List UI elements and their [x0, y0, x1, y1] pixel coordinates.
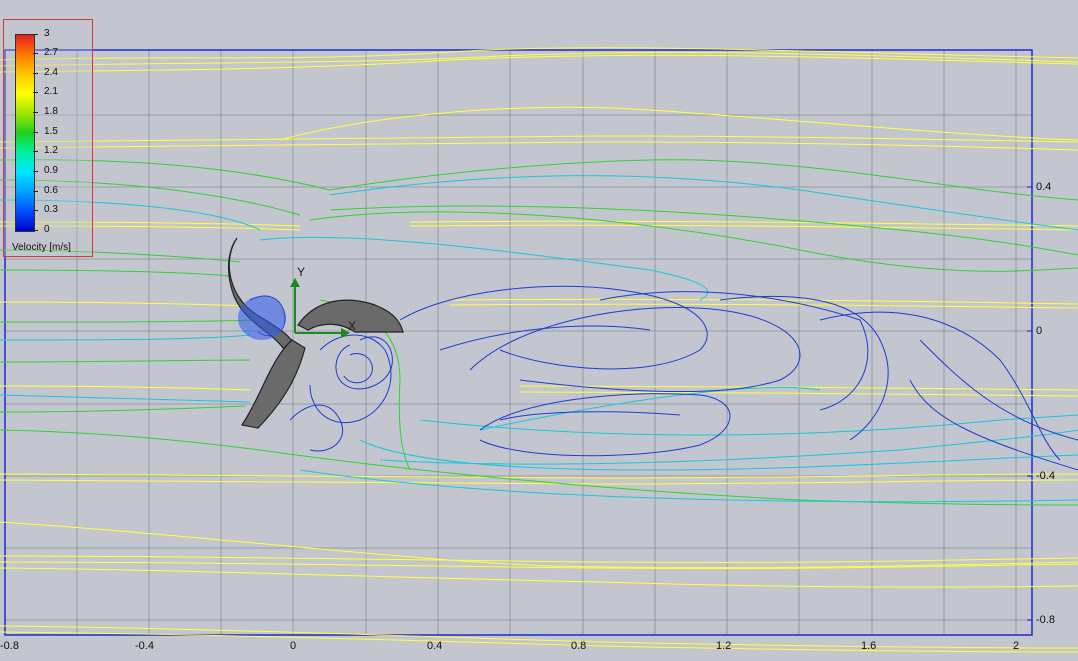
triad-y-arrow [290, 278, 300, 287]
legend-tick [33, 191, 38, 192]
legend-tick-label: 1.2 [44, 145, 58, 156]
legend-tick [33, 171, 38, 172]
y-tick-label: 0 [1036, 325, 1043, 337]
triad-x-label: X [348, 319, 356, 333]
x-tick-label: 0 [290, 640, 297, 652]
x-tick-label: -0.4 [135, 640, 154, 652]
legend-title: Velocity [m/s] [12, 242, 71, 253]
legend-tick-label: 2.7 [44, 47, 58, 58]
velocity-colorbar [15, 34, 35, 232]
cyan-streamlines [0, 175, 1078, 503]
legend-tick-label: 0.3 [44, 204, 58, 215]
legend-tick-label: 0 [44, 224, 50, 235]
legend-tick [33, 151, 38, 152]
legend-tick [33, 132, 38, 133]
x-tick-label: -0.8 [0, 640, 19, 652]
legend-tick-label: 2.4 [44, 67, 58, 78]
legend-tick-label: 0.6 [44, 185, 58, 196]
x-tick-label: 1.6 [861, 640, 877, 652]
legend-tick-label: 0.9 [44, 165, 58, 176]
legend-tick [33, 230, 38, 231]
hub-vortex [238, 296, 286, 340]
plot-frame [4, 49, 1033, 636]
legend-tick-label: 3 [44, 28, 50, 39]
streamline-plot[interactable]: Y X [0, 0, 1078, 661]
legend-tick-label: 2.1 [44, 86, 58, 97]
y-tick-label: 0.4 [1036, 181, 1052, 193]
x-tick-label: 1.2 [716, 640, 732, 652]
x-tick-label: 2 [1013, 640, 1020, 652]
grid-lines [5, 50, 1032, 635]
legend-tick [33, 73, 38, 74]
fast-streamlines [0, 47, 1078, 653]
velocity-legend: 3 2.7 2.4 2.1 1.8 1.5 1.2 0.9 0.6 0.3 0 … [3, 19, 93, 257]
legend-tick [33, 210, 38, 211]
triad-y-label: Y [297, 265, 305, 279]
y-tick-label: -0.8 [1036, 614, 1055, 626]
legend-tick [33, 92, 38, 93]
legend-tick [33, 53, 38, 54]
legend-tick [33, 34, 38, 35]
legend-tick-label: 1.8 [44, 106, 58, 117]
x-tick-label: 0.4 [427, 640, 443, 652]
legend-tick [33, 112, 38, 113]
legend-tick-label: 1.5 [44, 126, 58, 137]
y-tick-label: -0.4 [1036, 470, 1055, 482]
flow-simulation-viewport[interactable]: Y X 3 2.7 2.4 2.1 1.8 1.5 1.2 0.9 0.6 0. [0, 0, 1078, 661]
x-tick-label: 0.8 [571, 640, 587, 652]
